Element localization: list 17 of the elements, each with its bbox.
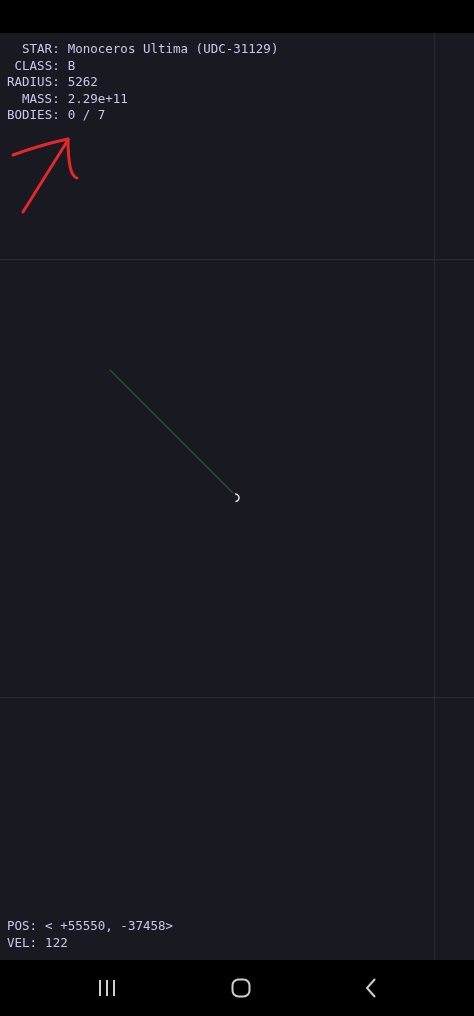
field-label: VEL: — [7, 934, 38, 951]
field-value: Monoceros Ultima (UDC-31129) — [67, 41, 279, 58]
field-value: 0 / 7 — [67, 107, 107, 124]
field-label: STAR: — [21, 41, 60, 58]
field-label: RADIUS: — [7, 74, 60, 91]
field-value: B — [67, 57, 77, 74]
field-value: < +55550, -37458> — [45, 918, 174, 935]
recent-apps-icon[interactable] — [97, 979, 117, 997]
field-value: 122 — [45, 934, 69, 951]
field-label: CLASS: — [13, 57, 60, 74]
field-value: 2.29e+11 — [67, 90, 129, 107]
field-label: MASS: — [21, 90, 60, 107]
field-value: 5262 — [67, 74, 99, 91]
field-label: BODIES: — [7, 107, 60, 124]
field-label: POS: — [7, 918, 38, 935]
home-icon[interactable] — [231, 978, 251, 998]
back-icon[interactable] — [365, 978, 377, 998]
